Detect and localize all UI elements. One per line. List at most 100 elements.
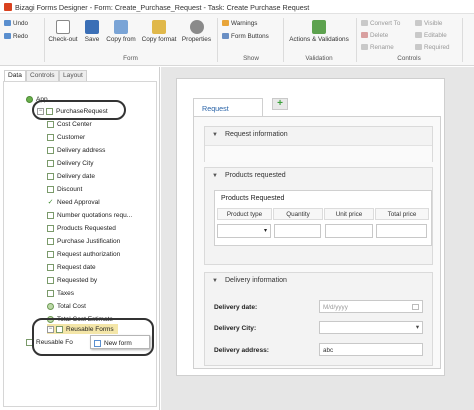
form-group-label: Form [123,55,138,62]
tree-node[interactable]: Delivery City [47,158,93,168]
tree-node[interactable]: Discount [47,184,82,194]
copy-from-icon [114,20,128,34]
convert-to-button[interactable]: Convert To [361,20,400,27]
delivery-date-input[interactable]: M/d/yyyy [319,300,423,313]
delivery-information-section: ▼ Delivery information Delivery date: M/d… [204,272,433,366]
calendar-icon[interactable] [412,304,419,310]
number-icon [47,185,54,193]
chevron-down-icon: ▼ [212,132,218,138]
section-header[interactable]: ▼ Products requested [205,168,432,184]
chevron-down-icon: ▼ [212,173,218,179]
show-group-label: Show [243,55,259,62]
check-out-icon [56,20,70,34]
tree-node[interactable]: Delivery address [47,145,105,155]
tab-layout[interactable]: Layout [59,70,87,81]
actions-validations-button[interactable]: Actions & Validations [286,20,352,43]
copy-format-button[interactable]: Copy format [140,20,178,43]
delivery-city-select[interactable]: ▾ [319,321,423,334]
tree-node[interactable]: Customer [47,132,85,142]
convert-icon [361,20,368,26]
ribbon-toolbar: Undo Redo Check-out Save Copy from Copy … [0,14,474,66]
section-header[interactable]: ▼ Request information [205,127,432,143]
relation-icon [47,159,54,167]
tree-node[interactable]: Taxes [47,288,74,298]
save-icon [85,20,99,34]
date-icon [47,263,54,271]
grid-title: Products Requested [221,195,285,202]
editable-button[interactable]: Editable [415,32,447,39]
controls-group-label: Controls [397,55,421,62]
rename-button[interactable]: Rename [361,44,394,51]
column-header: Unit price [324,208,374,220]
request-information-section: ▼ Request information [204,126,433,162]
tree-node[interactable]: Requested by [47,275,97,285]
tree-node[interactable]: ✓ Need Approval [47,197,100,207]
tab-request[interactable]: Request [193,98,263,116]
products-requested-section: ▼ Products requested Products Requested P… [204,167,433,265]
tree-node[interactable]: Request date [47,262,96,272]
app-icon [26,95,33,103]
tree-node[interactable]: Cost Center [47,119,92,129]
required-button[interactable]: Required [415,44,450,51]
section-header[interactable]: ▼ Delivery information [205,273,432,289]
window-title: Bizagi Forms Designer - Form: Create_Pur… [15,3,310,12]
check-out-button[interactable]: Check-out [48,20,78,43]
delivery-address-input[interactable]: abc [319,343,423,356]
tree-node[interactable]: Total Cost [47,301,86,311]
product-type-select[interactable]: ▾ [217,224,271,238]
properties-gear-icon [189,20,204,34]
boolean-check-icon: ✓ [47,198,54,206]
text-field-icon [47,146,54,154]
copy-format-icon [152,20,166,34]
delete-icon [361,32,368,38]
delivery-address-label: Delivery address: [214,347,269,354]
delivery-city-label: Delivery City: [214,325,257,332]
warning-icon [222,20,229,26]
redo-button[interactable]: Redo [4,33,28,40]
delete-button[interactable]: Delete [361,32,388,39]
required-icon [415,44,422,50]
tree-node[interactable]: Products Requested [47,223,116,233]
dropdown-arrow-icon: ▾ [263,228,267,234]
column-header: Quantity [273,208,323,220]
data-tree: App − PurchaseRequest Cost Center Custome… [3,81,157,407]
redo-icon [4,33,11,39]
highlight-callout [32,100,126,120]
products-requested-grid: Products Requested Product type Quantity… [214,190,432,246]
tab-data[interactable]: Data [4,70,26,81]
highlight-callout [32,318,154,356]
tree-node[interactable]: Purchase Justification [47,236,120,246]
tree-node[interactable]: Delivery date [47,171,95,181]
delivery-date-label: Delivery date: [214,304,258,311]
copy-from-button[interactable]: Copy from [104,20,138,43]
editable-icon [415,32,422,38]
total-price-input[interactable] [376,224,427,238]
validation-group-label: Validation [305,55,333,62]
visible-button[interactable]: Visible [415,20,442,27]
text-field-icon [47,237,54,245]
collection-icon [47,224,54,232]
currency-icon [47,302,54,310]
form-buttons-icon [222,33,229,39]
tree-node[interactable]: Number quotations requ... [47,210,132,220]
date-icon [47,172,54,180]
properties-button[interactable]: Properties [180,20,213,43]
visible-icon [415,20,422,26]
unit-price-input[interactable] [325,224,373,238]
form-buttons-button[interactable]: Form Buttons [222,33,269,40]
tree-node[interactable]: Request authorization [47,249,120,259]
save-button[interactable]: Save [81,20,103,43]
tab-controls[interactable]: Controls [26,70,59,81]
quantity-input[interactable] [274,224,321,238]
undo-button[interactable]: Undo [4,20,28,27]
warnings-button[interactable]: Warnings [222,20,257,27]
relation-icon [47,133,54,141]
relation-icon [47,276,54,284]
undo-icon [4,20,11,26]
add-tab-button[interactable]: + [272,98,288,110]
rename-icon [361,44,368,50]
title-bar: Bizagi Forms Designer - Form: Create_Pur… [0,0,474,14]
column-header: Product type [217,208,272,220]
actions-validations-icon [312,20,326,34]
dropdown-arrow-icon: ▾ [415,324,419,331]
